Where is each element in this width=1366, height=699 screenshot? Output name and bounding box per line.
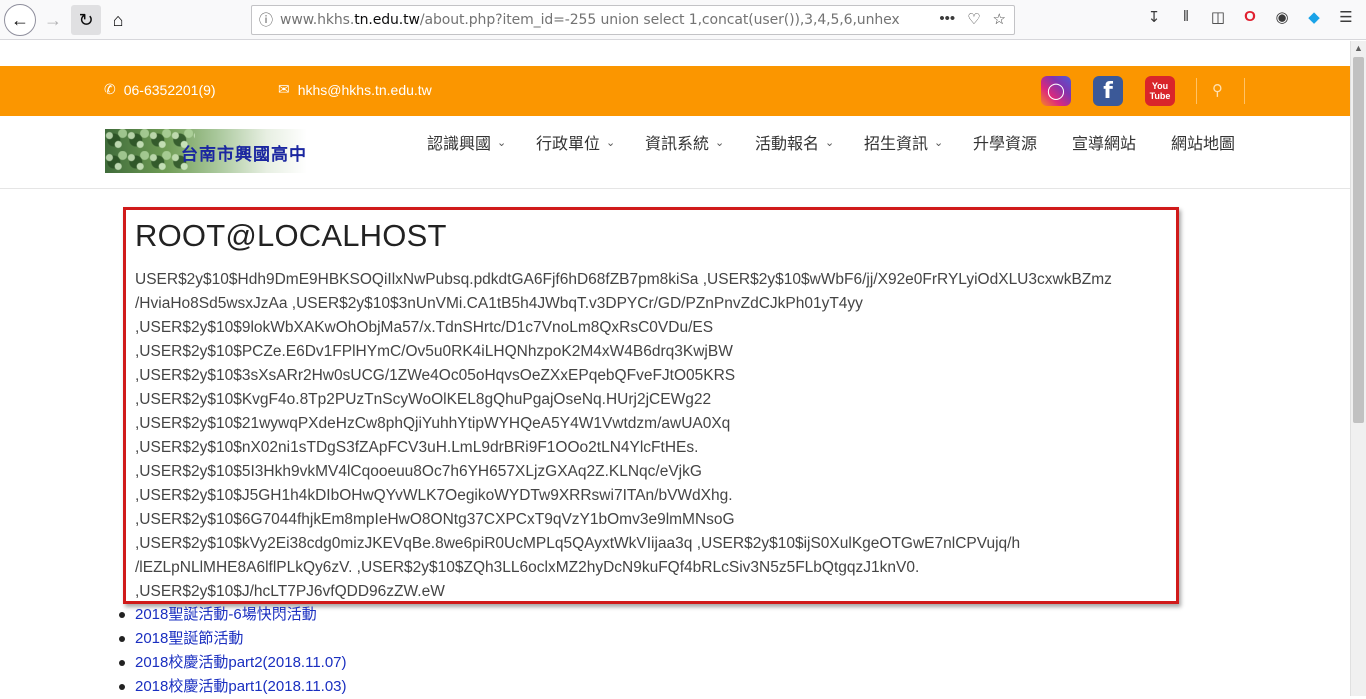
list-item[interactable]: 2018聖誕節活動: [119, 627, 347, 651]
forward-arrow-icon[interactable]: →: [38, 5, 68, 35]
nav-item-admissions[interactable]: 招生資訊 ⌄: [864, 130, 943, 154]
url-domain: tn.edu.tw: [354, 12, 420, 28]
scroll-thumb[interactable]: [1353, 57, 1364, 423]
chevron-down-icon: ⌄: [497, 136, 507, 149]
news-link[interactable]: 2018聖誕節活動: [135, 627, 243, 651]
list-item[interactable]: 2018校慶活動part1(2018.11.03): [119, 675, 347, 699]
address-bar[interactable]: ⓘ www.hkhs.tn.edu.tw/about.php?item_id=-…: [251, 5, 1015, 35]
nav-label: 招生資訊: [864, 136, 929, 153]
opera-extension-icon[interactable]: O: [1240, 8, 1260, 26]
pocket-icon[interactable]: ♡: [967, 10, 980, 28]
site-header: 台南市興國高中 認識興國 ⌄ 行政單位 ⌄ 資訊系統 ⌄ 活動報名 ⌄ 招生資訊 ⌄ 升學…: [0, 116, 1350, 189]
divider: [1244, 78, 1245, 104]
nav-label: 行政單位: [536, 136, 601, 153]
nav-label: 資訊系統: [645, 136, 710, 153]
list-item[interactable]: 2018聖誕活動-6場快閃活動: [119, 603, 347, 627]
instagram-icon[interactable]: ◯: [1041, 76, 1071, 106]
logo-text: 台南市興國高中: [181, 145, 307, 164]
bullet: [119, 612, 125, 618]
back-arrow-icon[interactable]: ←: [4, 4, 36, 36]
phone-contact[interactable]: ✆ 06-6352201(9): [104, 81, 216, 98]
extension-icon[interactable]: ◉: [1272, 8, 1292, 26]
email-address: hkhs@hkhs.tn.edu.tw: [297, 81, 432, 98]
phone-number: 06-6352201(9): [123, 81, 216, 98]
page-actions-icon[interactable]: •••: [939, 10, 955, 28]
nav-item-info-systems[interactable]: 資訊系統 ⌄: [645, 130, 724, 154]
nav-item-sitemap[interactable]: 網站地圖: [1171, 130, 1235, 154]
download-icon[interactable]: ↧: [1144, 8, 1164, 26]
phone-icon: ✆: [104, 81, 116, 97]
nav-item-admin[interactable]: 行政單位 ⌄: [536, 130, 615, 154]
nav-label: 活動報名: [755, 136, 820, 153]
nav-item-promo-sites[interactable]: 宣導網站: [1072, 130, 1136, 154]
highlight-box: [123, 207, 1179, 604]
search-icon[interactable]: ⚲: [1212, 81, 1223, 99]
bookmark-star-icon[interactable]: ☆: [993, 10, 1006, 28]
nav-label: 網站地圖: [1171, 136, 1236, 153]
nav-item-about[interactable]: 認識興國 ⌄: [427, 130, 506, 154]
url-text[interactable]: www.hkhs.tn.edu.tw/about.php?item_id=-25…: [280, 12, 900, 28]
nav-label: 認識興國: [427, 136, 492, 153]
page-scrollbar[interactable]: ▲: [1350, 41, 1366, 696]
school-logo[interactable]: 台南市興國高中: [105, 129, 307, 173]
divider: [1196, 78, 1197, 104]
url-path: /about.php?item_id=-255 union select 1,c…: [419, 12, 900, 28]
nav-item-resources[interactable]: 升學資源: [973, 130, 1037, 154]
bullet: [119, 660, 125, 666]
home-icon[interactable]: ⌂: [103, 5, 133, 35]
email-contact[interactable]: ✉ hkhs@hkhs.tn.edu.tw: [278, 81, 432, 98]
bullet: [119, 636, 125, 642]
chevron-down-icon: ⌄: [606, 136, 616, 149]
facebook-icon[interactable]: f: [1093, 76, 1123, 106]
library-icon[interactable]: ‖: [1176, 8, 1196, 26]
news-link[interactable]: 2018校慶活動part1(2018.11.03): [135, 675, 347, 699]
chevron-down-icon: ⌄: [825, 136, 835, 149]
nav-item-activities[interactable]: 活動報名 ⌄: [755, 130, 834, 154]
browser-toolbar: ← → ↻ ⌂ ⓘ www.hkhs.tn.edu.tw/about.php?i…: [0, 0, 1366, 40]
news-link[interactable]: 2018聖誕活動-6場快閃活動: [135, 603, 317, 627]
menu-icon[interactable]: ☰: [1336, 8, 1356, 26]
top-contact-bar: ✆ 06-6352201(9) ✉ hkhs@hkhs.tn.edu.tw ◯ …: [0, 66, 1350, 116]
scroll-up-icon[interactable]: ▲: [1354, 43, 1363, 53]
chevron-down-icon: ⌄: [715, 136, 725, 149]
url-prefix: www.hkhs.: [280, 12, 355, 28]
envelope-icon: ✉: [278, 81, 290, 97]
nav-label: 升學資源: [973, 136, 1038, 153]
nav-label: 宣導網站: [1072, 136, 1137, 153]
reload-icon[interactable]: ↻: [71, 5, 101, 35]
sidebar-icon[interactable]: ◫: [1208, 8, 1228, 26]
news-list: 2018聖誕活動-6場快閃活動 2018聖誕節活動 2018校慶活動part2(…: [119, 603, 347, 699]
bullet: [119, 684, 125, 690]
info-icon[interactable]: ⓘ: [252, 10, 280, 30]
chevron-down-icon: ⌄: [934, 136, 944, 149]
extension-cube-icon[interactable]: ◆: [1304, 8, 1324, 26]
youtube-icon[interactable]: You Tube: [1145, 76, 1175, 106]
list-item[interactable]: 2018校慶活動part2(2018.11.07): [119, 651, 347, 675]
news-link[interactable]: 2018校慶活動part2(2018.11.07): [135, 651, 347, 675]
